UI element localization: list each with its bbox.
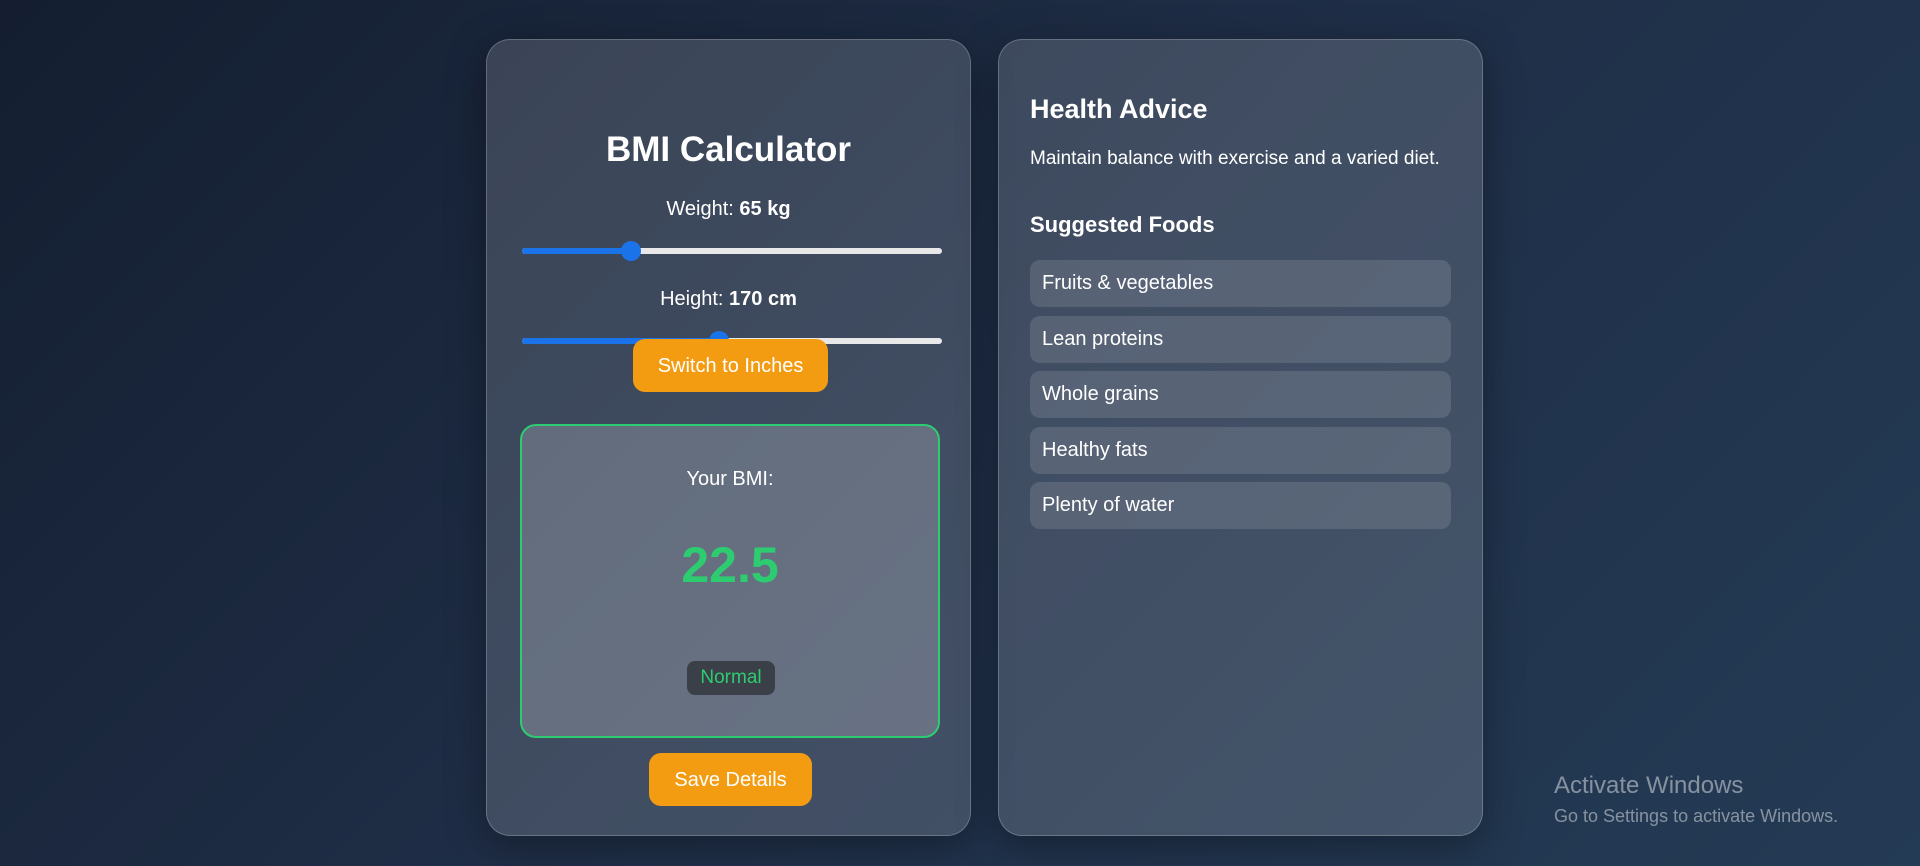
food-item: Lean proteins	[1030, 315, 1451, 363]
bmi-calculator-card: BMI Calculator Weight: 65 kg Height: 170…	[486, 39, 971, 836]
bmi-category-badge: Normal	[687, 661, 775, 695]
suggested-foods-title: Suggested Foods	[1030, 212, 1215, 237]
food-item: Fruits & vegetables	[1030, 260, 1451, 307]
advice-text: Maintain balance with exercise and a var…	[1030, 148, 1440, 169]
suggested-foods-list: Fruits & vegetables Lean proteins Whole …	[1030, 260, 1451, 538]
height-label: Height: 170 cm	[487, 288, 970, 311]
height-label-text: Height:	[660, 288, 724, 310]
food-item: Healthy fats	[1030, 426, 1451, 474]
advice-title: Health Advice	[1030, 94, 1208, 124]
bmi-result-label: Your BMI:	[686, 468, 774, 490]
weight-label: Weight: 65 kg	[487, 198, 970, 221]
watermark-title: Activate Windows	[1554, 772, 1744, 799]
weight-slider[interactable]	[522, 241, 942, 261]
watermark-subtitle: Go to Settings to activate Windows.	[1554, 806, 1839, 826]
health-advice-card: Health Advice Maintain balance with exer…	[998, 39, 1483, 836]
food-item: Plenty of water	[1030, 482, 1451, 529]
weight-label-text: Weight:	[666, 198, 734, 220]
bmi-result-box: Your BMI: 22.5 Normal	[520, 424, 940, 738]
height-value: 170 cm	[729, 288, 797, 310]
weight-slider-thumb[interactable]	[621, 241, 642, 261]
activate-windows-watermark: Activate Windows Go to Settings to activ…	[1554, 772, 1838, 827]
weight-slider-fill	[522, 248, 632, 254]
food-item: Whole grains	[1030, 371, 1451, 418]
switch-units-button[interactable]: Switch to Inches	[633, 339, 828, 392]
save-details-button[interactable]: Save Details	[649, 753, 812, 806]
weight-value: 65 kg	[739, 198, 791, 220]
calculator-title: BMI Calculator	[605, 130, 852, 169]
bmi-value: 22.5	[681, 537, 779, 593]
